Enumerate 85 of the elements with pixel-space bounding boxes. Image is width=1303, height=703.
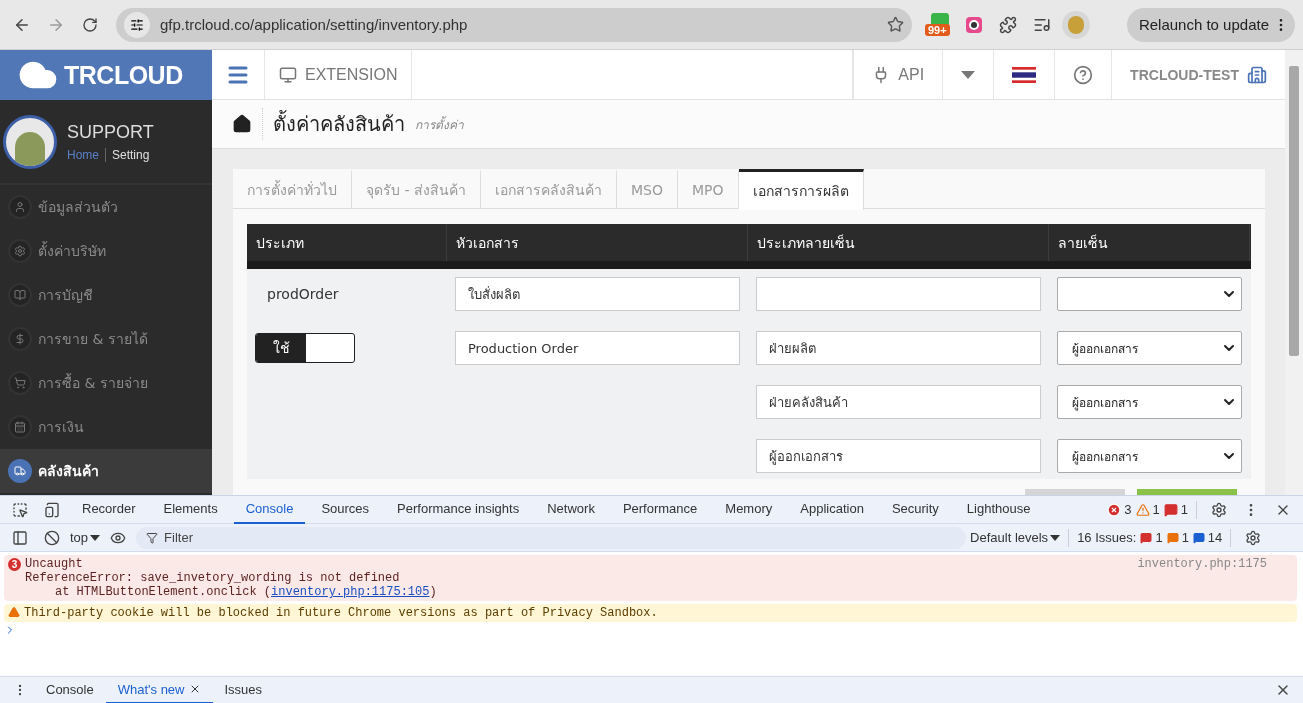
issues-label[interactable]: 16 Issues: bbox=[1077, 530, 1137, 545]
filter-icon bbox=[146, 531, 159, 544]
relaunch-button[interactable]: Relaunch to update bbox=[1126, 7, 1295, 42]
signature-select[interactable]: ผู้ออกเอกสาร bbox=[1057, 385, 1242, 419]
page-subtitle: การตั้งค่า bbox=[415, 115, 464, 134]
gear-icon bbox=[8, 239, 32, 263]
info-issue-icon[interactable] bbox=[1192, 531, 1205, 544]
logo-text: TRCLOUD bbox=[64, 60, 183, 90]
document-type: prodOrder bbox=[266, 286, 339, 302]
drawer-tab[interactable]: What's new bbox=[105, 676, 213, 703]
error-count[interactable]: 3 bbox=[1107, 502, 1132, 517]
devtools-tab[interactable]: Application bbox=[788, 495, 876, 524]
devtools-tab[interactable]: Security bbox=[879, 495, 951, 524]
warning-count[interactable]: 1 bbox=[1135, 502, 1160, 517]
monitor-icon[interactable] bbox=[279, 65, 297, 84]
caret-icon[interactable] bbox=[90, 534, 101, 541]
sidebar-item[interactable]: การเงิน bbox=[0, 405, 212, 449]
signature-type-field[interactable]: ผู้ออกเอกสาร bbox=[756, 439, 1041, 473]
extension-menu[interactable]: EXTENSION bbox=[265, 50, 413, 99]
sidebar-item[interactable]: ข้อมูลส่วนตัว bbox=[0, 185, 212, 229]
source-link[interactable]: inventory.php:1175:105 bbox=[271, 585, 430, 599]
signature-type-field[interactable]: ฝ่ายคลังสินค้า bbox=[756, 385, 1041, 419]
column-header: หัวเอกสาร bbox=[447, 224, 748, 261]
cart-icon bbox=[8, 371, 32, 395]
sidebar-item[interactable]: ตั้งค่าบริษัท bbox=[0, 229, 212, 273]
document-title-field[interactable]: Production Order bbox=[455, 331, 740, 365]
scrollbar[interactable] bbox=[1285, 50, 1303, 495]
warning-message: Third-party cookie will be blocked in future Chrome versions as part of Privacy Sandbox. bbox=[4, 604, 1297, 622]
devtools-tab[interactable]: Sources bbox=[309, 495, 382, 524]
calendar-icon bbox=[8, 415, 32, 439]
settings-tab[interactable]: เอกสารการผลิต bbox=[738, 169, 864, 210]
sidebar-item[interactable]: การซื้อ & รายจ่าย bbox=[0, 361, 212, 405]
issue-warning-count[interactable]: 1 bbox=[1166, 530, 1189, 545]
dollar-icon bbox=[8, 327, 32, 351]
signature-select[interactable]: ผู้ออกเอกสาร bbox=[1057, 439, 1242, 473]
caret-icon[interactable] bbox=[1050, 534, 1061, 541]
user-icon bbox=[8, 195, 32, 219]
drawer-tab[interactable]: Console bbox=[34, 676, 106, 703]
warning-icon bbox=[8, 606, 20, 618]
breadcrumb-current: Setting bbox=[105, 147, 156, 162]
warning-icon[interactable] bbox=[1135, 502, 1150, 517]
devtools-tab[interactable]: Performance bbox=[610, 495, 710, 524]
stack-trace: at HTMLButtonElement.onclick (inventory.php:1175:105) bbox=[54, 585, 438, 599]
sidebar-item[interactable]: การขาย & รายได้ bbox=[0, 317, 212, 361]
sidebar-item[interactable]: การบัญชี bbox=[0, 273, 212, 317]
signature-select[interactable]: ผู้ออกเอกสาร bbox=[1057, 331, 1242, 365]
error-text: Uncaught bbox=[25, 557, 84, 571]
breadcrumb-link[interactable]: Home bbox=[67, 147, 105, 162]
home-icon[interactable] bbox=[232, 114, 252, 134]
signature-type-field[interactable]: ฝ่ายผลิต bbox=[756, 331, 1041, 365]
error-count-badge: 3 bbox=[8, 558, 21, 571]
site-settings-icon[interactable] bbox=[124, 11, 150, 38]
error-text: ReferenceError: save_invetory_wording is not defined bbox=[25, 571, 401, 585]
truck-icon bbox=[8, 459, 32, 483]
devtools-tab[interactable]: Recorder bbox=[70, 495, 148, 524]
devtools-tab[interactable]: Performance insights bbox=[385, 495, 532, 524]
issue-info-count[interactable]: 14 bbox=[1192, 530, 1223, 545]
devtools-tab[interactable]: Lighthouse bbox=[954, 495, 1043, 524]
column-header: ประเภทลายเซ็น bbox=[748, 224, 1049, 261]
drawer-tab[interactable]: Issues bbox=[212, 676, 275, 703]
document-title-field[interactable]: ใบสั่งผลิต bbox=[455, 277, 740, 311]
error-issue-icon[interactable] bbox=[1140, 531, 1153, 544]
warning-issue-icon[interactable] bbox=[1166, 531, 1179, 544]
issue-error-count[interactable]: 1 bbox=[1140, 530, 1163, 545]
issue-icon[interactable] bbox=[1163, 502, 1178, 517]
filter-field[interactable]: Filter bbox=[136, 526, 967, 549]
sidebar-item[interactable]: คลังสินค้า bbox=[0, 449, 212, 493]
signature-type-field[interactable] bbox=[756, 277, 1041, 311]
page-title: ตั้งค่าคลังสินค้า bbox=[262, 108, 405, 140]
address-bar[interactable]: gfp.trcloud.co/application/setting/inventory.php bbox=[116, 7, 912, 42]
issue-count[interactable]: 1 bbox=[1163, 502, 1188, 517]
log-levels-dropdown[interactable]: Default levels bbox=[970, 530, 1061, 545]
book-icon bbox=[8, 283, 32, 307]
devtools-tab[interactable]: Network bbox=[535, 495, 607, 524]
column-header: ลายเซ็น bbox=[1049, 224, 1250, 261]
building-icon[interactable] bbox=[1247, 64, 1267, 85]
context-selector[interactable]: top bbox=[70, 530, 101, 545]
user-name: SUPPORT bbox=[67, 121, 155, 143]
error-icon[interactable] bbox=[1107, 502, 1122, 517]
user-avatar bbox=[3, 114, 57, 169]
use-toggle[interactable]: ใช้ bbox=[255, 333, 355, 363]
column-header: ประเภท bbox=[247, 224, 447, 261]
devtools-tab[interactable]: Elements bbox=[151, 495, 230, 524]
devtools-tab[interactable]: Memory bbox=[713, 495, 785, 524]
bookmark-star-icon[interactable] bbox=[887, 16, 904, 33]
